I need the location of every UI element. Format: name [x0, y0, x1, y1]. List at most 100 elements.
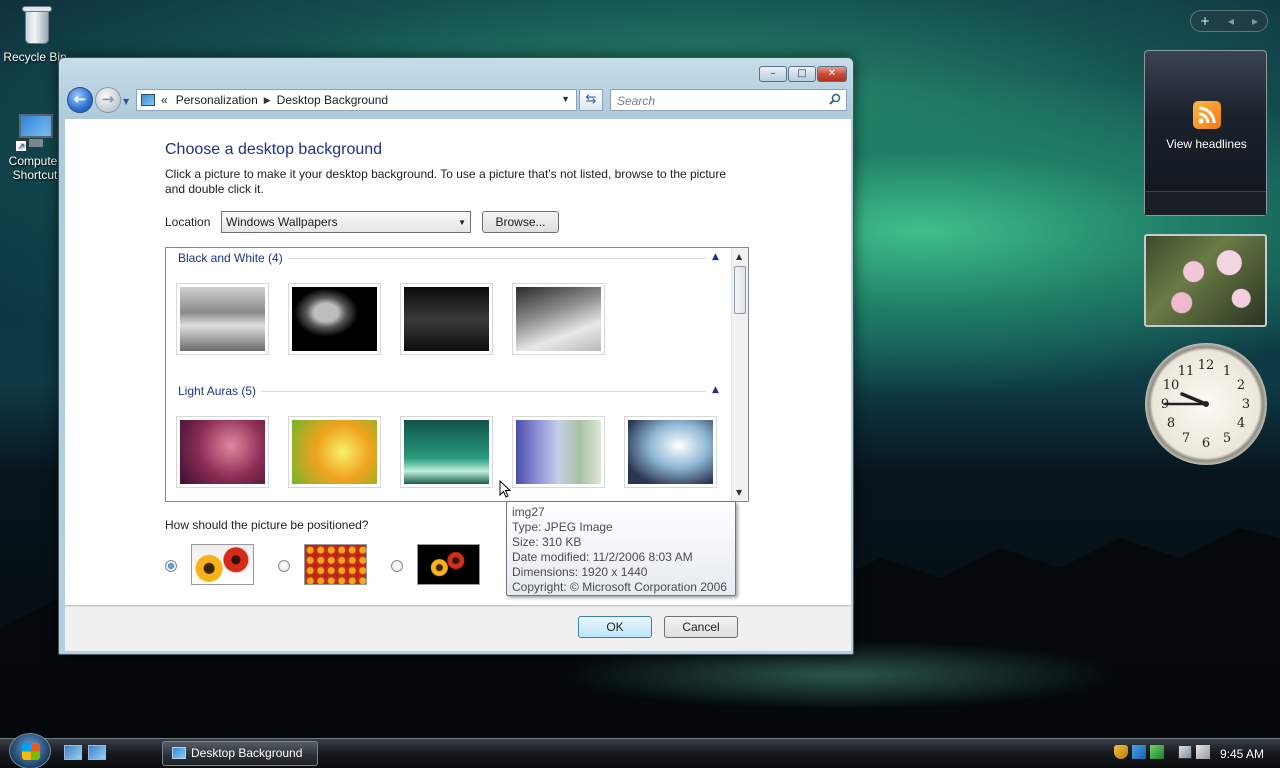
close-button[interactable]: ✕ — [817, 66, 847, 82]
clock-numeral: 2 — [1237, 378, 1245, 393]
refresh-button[interactable]: ⇆ — [579, 89, 603, 111]
tooltip-size: Size: 310 KB — [512, 535, 582, 549]
windows-defender-icon[interactable] — [1150, 745, 1164, 759]
desktop-background-window: – □ ✕ ← → ▼ « Personalization ▶ Desktop … — [58, 57, 854, 655]
address-bar[interactable]: « Personalization ▶ Desktop Background ▼ — [136, 89, 577, 111]
next-gadgets-button[interactable]: ▸ — [1252, 14, 1258, 28]
location-dropdown[interactable]: Windows Wallpapers ▼ — [221, 211, 471, 233]
wallpaper-thumbnail[interactable] — [176, 416, 269, 488]
address-dropdown-icon[interactable]: ▼ — [561, 94, 570, 104]
shortcut-arrow-icon: ↗ — [15, 140, 27, 152]
tooltip-dimensions: Dimensions: 1920 x 1440 — [512, 565, 648, 579]
wallpaper-thumbnail[interactable] — [400, 416, 493, 488]
wallpaper-thumbnail[interactable] — [288, 283, 381, 355]
tooltip-copyright: Copyright: © Microsoft Corporation 2006 — [512, 580, 727, 594]
group-divider — [261, 391, 706, 392]
add-gadget-button[interactable]: + — [1200, 14, 1210, 28]
recent-pages-dropdown[interactable]: ▼ — [123, 97, 129, 106]
control-panel-icon — [141, 94, 155, 106]
caption-buttons: – □ ✕ — [758, 66, 847, 82]
gallery-scrollbar[interactable]: ▲ ▼ — [731, 248, 748, 501]
forward-arrow-icon: → — [101, 90, 115, 108]
back-arrow-icon: ← — [73, 90, 87, 108]
switch-windows-icon[interactable] — [88, 745, 106, 760]
rss-icon — [1193, 101, 1221, 129]
position-center-radio[interactable] — [391, 560, 403, 572]
wallpaper-thumbnail[interactable] — [624, 416, 717, 488]
security-shield-icon[interactable] — [1114, 745, 1128, 759]
clock-numeral: 6 — [1202, 436, 1210, 451]
volume-icon[interactable] — [1196, 745, 1210, 759]
computer-icon: ↗ — [15, 108, 55, 152]
clock-numeral: 8 — [1167, 416, 1175, 431]
position-tile-preview[interactable] — [304, 544, 367, 585]
clock-face: 12 1 2 3 4 5 6 7 8 9 10 11 — [1161, 358, 1250, 451]
control-panel-icon — [172, 747, 186, 759]
group-divider — [288, 258, 706, 259]
position-fit-preview[interactable] — [191, 544, 254, 585]
position-center-preview[interactable] — [417, 544, 480, 585]
clock-numeral: 1 — [1223, 364, 1231, 379]
breadcrumb-separator-icon[interactable]: ▶ — [264, 95, 271, 106]
breadcrumb-overflow[interactable]: « — [161, 93, 168, 107]
back-button[interactable]: ← — [67, 87, 93, 113]
search-placeholder: Search — [617, 94, 656, 108]
collapse-group-icon[interactable]: ▲ — [712, 252, 719, 262]
position-question: How should the picture be positioned? — [165, 518, 369, 532]
wallpaper-thumbnail[interactable] — [400, 283, 493, 355]
forward-button[interactable]: → — [95, 87, 121, 113]
wallpaper-gallery: Black and White (4) ▲ Light Auras (5) ▲ … — [165, 247, 749, 502]
tooltip-filename: img27 — [512, 505, 545, 519]
page-description: Click a picture to make it your desktop … — [165, 167, 727, 196]
show-desktop-icon[interactable] — [64, 745, 82, 760]
update-icon[interactable] — [1132, 745, 1146, 759]
previous-gadgets-button[interactable]: ◂ — [1228, 14, 1234, 28]
position-fit-radio[interactable] — [165, 560, 177, 572]
mouse-cursor-icon — [499, 480, 512, 498]
start-button[interactable] — [9, 733, 51, 768]
clock-numeral: 4 — [1237, 416, 1245, 431]
system-tray: 9:45 AM — [1110, 739, 1280, 768]
cancel-button[interactable]: Cancel — [664, 616, 738, 638]
group-header-light-auras[interactable]: Light Auras (5) — [178, 384, 256, 398]
minimize-button[interactable]: – — [759, 66, 787, 82]
breadcrumb-personalization[interactable]: Personalization — [176, 93, 258, 107]
tooltip-type: Type: JPEG Image — [512, 520, 613, 534]
search-input[interactable]: Search — [610, 89, 847, 111]
clock-gadget[interactable]: 12 1 2 3 4 5 6 7 8 9 10 11 — [1145, 343, 1267, 465]
clock-numeral: 5 — [1223, 431, 1231, 446]
taskbar-button-desktop-background[interactable]: Desktop Background — [162, 741, 318, 766]
wallpaper-thumbnail[interactable] — [512, 416, 605, 488]
search-icon[interactable] — [829, 93, 841, 105]
recycle-bin-desktop-icon[interactable]: Recycle Bin — [2, 4, 72, 64]
clock-numeral: 12 — [1198, 358, 1215, 373]
location-label: Location — [165, 215, 211, 229]
maximize-button[interactable]: □ — [788, 66, 816, 82]
feed-headlines-gadget[interactable]: View headlines — [1144, 50, 1267, 216]
scrollbar-thumb[interactable] — [734, 266, 746, 314]
position-tile-radio[interactable] — [278, 560, 290, 572]
clock-numeral: 3 — [1242, 397, 1250, 412]
breadcrumb-desktop-background[interactable]: Desktop Background — [277, 93, 388, 107]
scroll-down-icon[interactable]: ▼ — [736, 488, 742, 497]
wallpaper-thumbnail[interactable] — [288, 416, 381, 488]
ok-button[interactable]: OK — [578, 616, 652, 638]
slideshow-gadget[interactable] — [1144, 234, 1267, 327]
view-headlines-link[interactable]: View headlines — [1145, 137, 1268, 151]
group-header-black-and-white[interactable]: Black and White (4) — [178, 251, 283, 265]
clock-numeral: 7 — [1182, 431, 1190, 446]
page-title: Choose a desktop background — [165, 141, 383, 158]
sidebar-controls: + ◂ ▸ — [1190, 10, 1268, 32]
feed-gadget-footer — [1145, 191, 1266, 215]
wallpaper-thumbnail[interactable] — [176, 283, 269, 355]
chevron-down-icon: ▼ — [458, 218, 466, 227]
wallpaper-thumbnail[interactable] — [512, 283, 605, 355]
tooltip-date: Date modified: 11/2/2006 8:03 AM — [512, 550, 693, 564]
network-icon[interactable] — [1178, 745, 1192, 759]
wallpaper-info-tooltip: img27 Type: JPEG Image Size: 310 KB Date… — [506, 501, 736, 596]
taskbar-clock[interactable]: 9:45 AM — [1220, 747, 1264, 761]
scroll-up-icon[interactable]: ▲ — [736, 252, 742, 261]
clock-hour-hand — [1180, 392, 1208, 406]
browse-button[interactable]: Browse... — [482, 211, 559, 233]
collapse-group-icon[interactable]: ▲ — [712, 385, 719, 395]
